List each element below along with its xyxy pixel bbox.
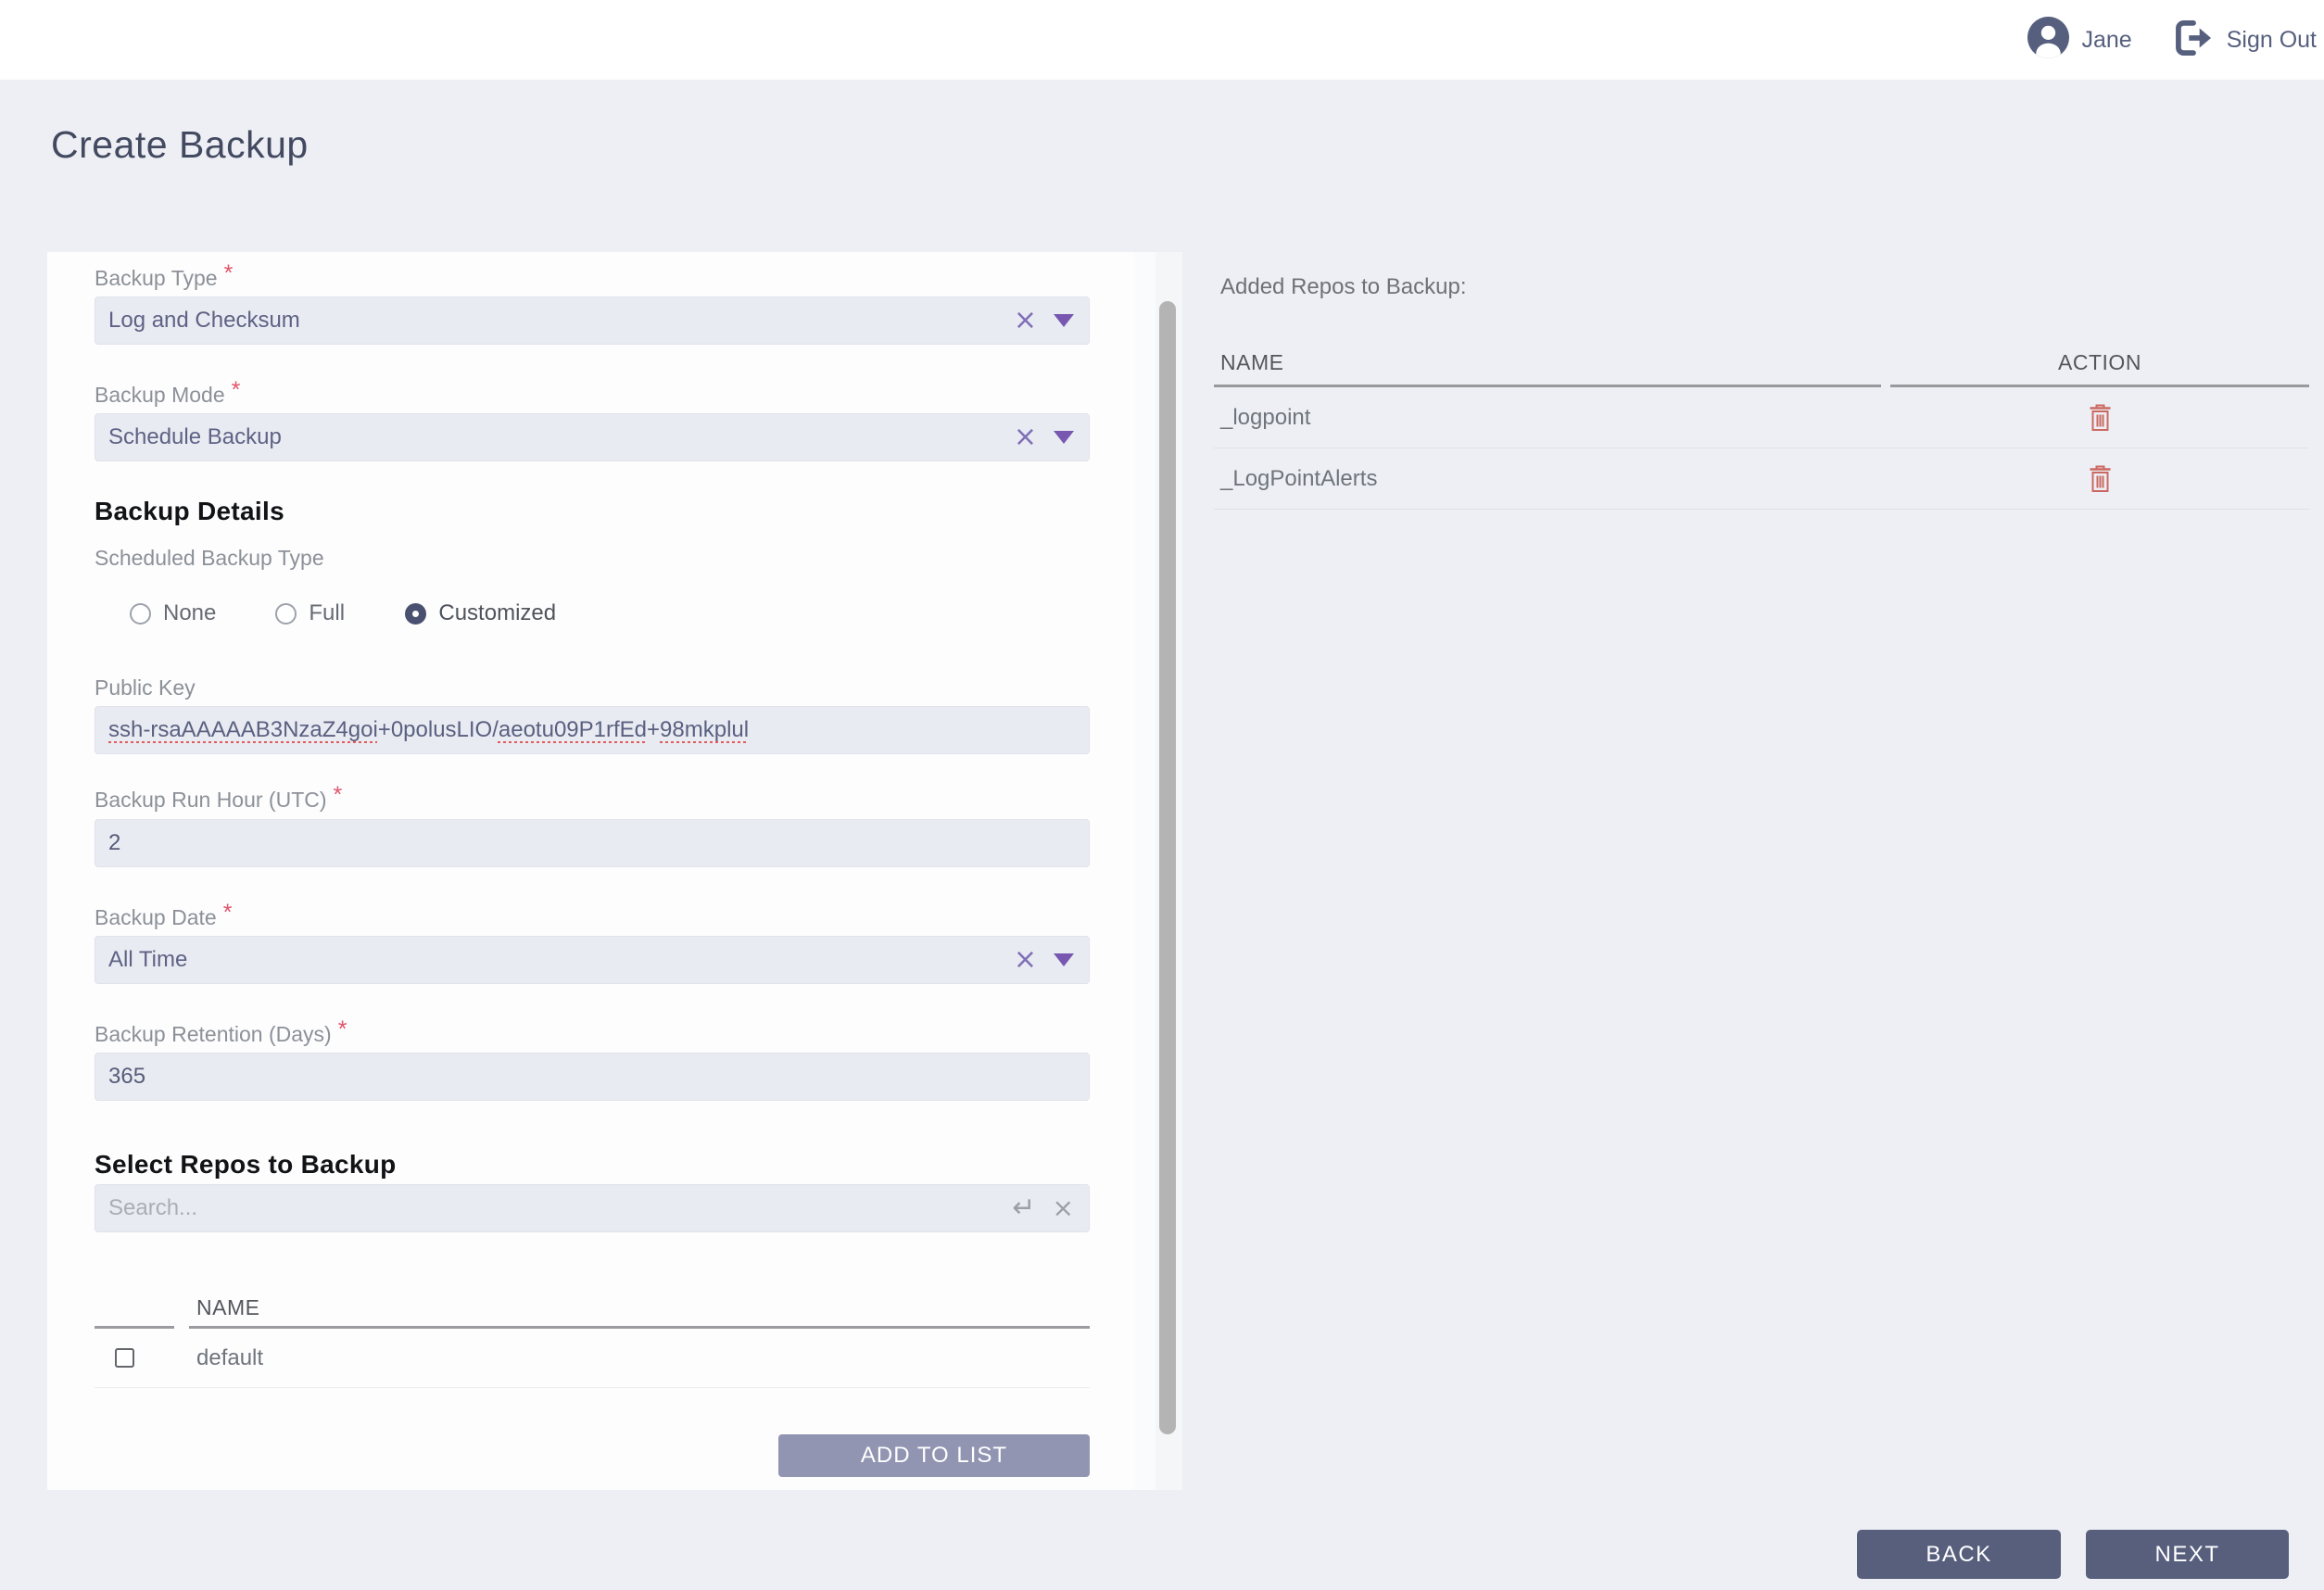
backup-type-value: Log and Checksum <box>108 308 300 333</box>
top-header-bar: Jane Sign Out <box>0 0 2324 80</box>
repo-row: default <box>95 1329 1090 1388</box>
clear-x-icon[interactable]: × <box>1014 423 1037 451</box>
radio-icon <box>130 602 151 625</box>
user-avatar-icon <box>2027 17 2069 63</box>
clear-x-icon[interactable]: × <box>1053 1195 1074 1221</box>
name-column-header: NAME <box>1214 350 1881 387</box>
backup-details-heading: Backup Details <box>95 497 284 525</box>
public-key-segment: 98mkplul <box>660 717 750 742</box>
required-asterisk: * <box>337 1016 347 1042</box>
select-repos-heading: Select Repos to Backup <box>95 1150 397 1179</box>
next-button[interactable]: NEXT <box>2086 1530 2289 1579</box>
clear-x-icon[interactable]: × <box>1014 946 1037 974</box>
sign-out-label: Sign Out <box>2226 26 2317 53</box>
added-repos-table-body: _logpoint _LogPointAlerts <box>1214 387 2309 510</box>
required-asterisk: * <box>231 377 241 403</box>
repo-name: default <box>196 1344 264 1370</box>
public-key-segment: ssh-rsaAAAAAB3NzaZ4goi <box>108 717 378 742</box>
chevron-down-icon[interactable] <box>1054 314 1074 327</box>
backup-run-hour-input[interactable] <box>108 830 1074 856</box>
trash-icon[interactable] <box>2089 465 2112 493</box>
repo-search-input[interactable] <box>108 1195 1013 1221</box>
backup-type-label: Backup Type * <box>95 260 234 290</box>
repo-checkbox-cell <box>95 1348 174 1368</box>
clear-x-icon[interactable]: × <box>1014 307 1037 334</box>
radio-label: Customized <box>438 600 557 625</box>
checkbox-column-header <box>95 1295 174 1329</box>
user-name: Jane <box>2081 26 2132 53</box>
radio-option-none[interactable]: None <box>130 600 216 626</box>
added-repos-title: Added Repos to Backup: <box>1220 274 1467 299</box>
added-repo-action-cell <box>1890 465 2309 493</box>
public-key-segment: +0polusLIO/ <box>377 717 499 742</box>
radio-option-customized[interactable]: Customized <box>405 600 556 626</box>
chevron-down-icon[interactable] <box>1054 953 1074 966</box>
added-repos-table-header: NAME ACTION <box>1214 350 2309 387</box>
public-key-segment: + <box>647 717 661 742</box>
public-key-input[interactable]: ssh-rsaAAAAAB3NzaZ4goi+0polusLIO/aeotu09… <box>95 706 1090 754</box>
added-repos-table: NAME ACTION _logpoint _LogPointAlerts <box>1214 350 2309 510</box>
action-column-header: ACTION <box>1890 350 2309 387</box>
select-repos-table-header: NAME <box>95 1295 1090 1329</box>
added-repos-panel: Added Repos to Backup: NAME ACTION _logp… <box>1214 274 2309 510</box>
backup-run-hour-field <box>95 819 1090 867</box>
panel-gap <box>1135 252 1156 1490</box>
backup-retention-field <box>95 1053 1090 1101</box>
repo-search-field: ↵ × <box>95 1184 1090 1232</box>
scrollbar-thumb[interactable] <box>1159 301 1176 1434</box>
backup-mode-dropdown[interactable]: Schedule Backup × <box>95 413 1090 461</box>
added-repo-name: _logpoint <box>1220 404 1311 430</box>
scheduled-backup-type-radiogroup: None Full Customized <box>95 600 1090 626</box>
create-backup-form-panel: Backup Type * Log and Checksum × Backup M… <box>47 252 1135 1490</box>
page-title: Create Backup <box>51 123 309 166</box>
backup-type-dropdown[interactable]: Log and Checksum × <box>95 297 1090 345</box>
public-key-label: Public Key <box>95 675 196 700</box>
added-repo-row: _LogPointAlerts <box>1214 448 2309 510</box>
added-repo-name: _LogPointAlerts <box>1220 465 1378 491</box>
repo-checkbox[interactable] <box>115 1348 134 1368</box>
backup-mode-label: Backup Mode * <box>95 377 241 407</box>
scheduled-backup-type-label: Scheduled Backup Type <box>95 546 324 570</box>
radio-icon <box>275 602 297 625</box>
required-asterisk: * <box>333 782 343 808</box>
radio-label: None <box>163 600 217 625</box>
backup-run-hour-label: Backup Run Hour (UTC) * <box>95 782 343 812</box>
backup-date-dropdown[interactable]: All Time × <box>95 936 1090 984</box>
backup-mode-value: Schedule Backup <box>108 424 282 449</box>
required-asterisk: * <box>223 260 234 286</box>
added-repo-row: _logpoint <box>1214 387 2309 448</box>
chevron-down-icon[interactable] <box>1054 431 1074 444</box>
select-repos-table: NAME default <box>95 1295 1090 1388</box>
backup-retention-input[interactable] <box>108 1064 1074 1090</box>
backup-date-label: Backup Date * <box>95 900 233 929</box>
required-asterisk: * <box>222 900 233 926</box>
radio-label: Full <box>309 600 346 625</box>
public-key-value: ssh-rsaAAAAAB3NzaZ4goi+0polusLIO/aeotu09… <box>108 717 749 743</box>
name-column-header: NAME <box>189 1295 1090 1329</box>
added-repo-action-cell <box>1890 404 2309 432</box>
backup-date-value: All Time <box>108 947 188 972</box>
trash-icon[interactable] <box>2089 404 2112 432</box>
public-key-segment: aeotu09P1rfEd <box>498 717 648 742</box>
back-button[interactable]: BACK <box>1857 1530 2061 1579</box>
sign-out-button[interactable]: Sign Out <box>2175 19 2317 60</box>
enter-arrow-icon[interactable]: ↵ <box>1012 1194 1035 1222</box>
radio-icon <box>405 602 427 625</box>
backup-retention-label: Backup Retention (Days) * <box>95 1016 347 1046</box>
select-repos-table-body: default <box>95 1329 1090 1388</box>
add-to-list-button[interactable]: ADD TO LIST <box>778 1434 1090 1477</box>
user-menu[interactable]: Jane <box>2027 17 2132 63</box>
radio-option-full[interactable]: Full <box>275 600 346 626</box>
sign-out-icon <box>2175 19 2214 60</box>
